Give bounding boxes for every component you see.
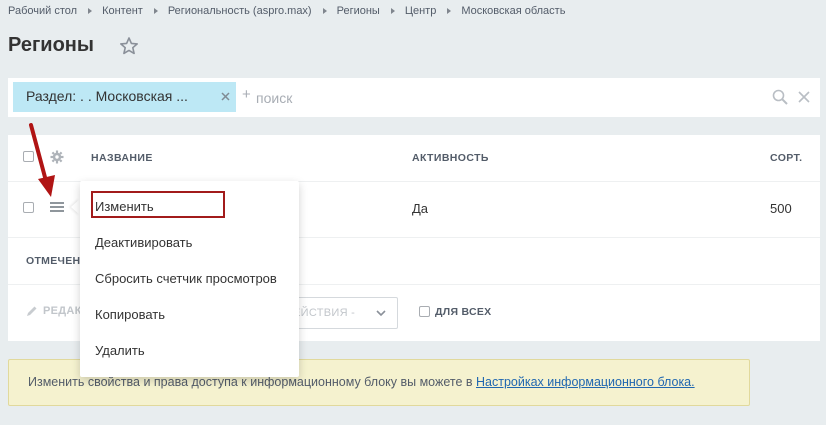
breadcrumb-separator-icon xyxy=(322,8,327,14)
breadcrumb-item[interactable]: Центр xyxy=(405,5,437,17)
for-all-checkbox[interactable] xyxy=(419,306,430,317)
page-title: Регионы xyxy=(8,34,94,56)
close-icon[interactable] xyxy=(798,91,810,103)
column-header-sort[interactable]: СОРТ. xyxy=(770,152,803,164)
cell-activity: Да xyxy=(412,201,429,216)
menu-item-reset-counter[interactable]: Сбросить счетчик просмотров xyxy=(95,271,277,286)
breadcrumb-item[interactable]: Московская область xyxy=(461,5,565,17)
menu-icon[interactable] xyxy=(50,202,64,212)
filter-bar: Раздел: . . Московская ... + xyxy=(8,78,820,117)
menu-item-delete[interactable]: Удалить xyxy=(95,343,145,358)
menu-item-copy[interactable]: Копировать xyxy=(95,307,165,322)
edit-button-label: РЕДАК xyxy=(43,305,82,317)
breadcrumb-separator-icon xyxy=(153,8,158,14)
filter-chip-label: Раздел: . . Московская ... xyxy=(26,88,188,104)
menu-pointer xyxy=(71,199,80,215)
filter-chip[interactable]: Раздел: . . Московская ... xyxy=(13,82,236,112)
breadcrumb: Рабочий стол Контент Региональность (asp… xyxy=(8,5,565,17)
breadcrumb-item[interactable]: Регионы xyxy=(337,5,380,17)
breadcrumb-separator-icon xyxy=(447,8,452,14)
column-header-activity[interactable]: АКТИВНОСТЬ xyxy=(412,152,489,164)
actions-select-label: ЕЙСТВИЯ - xyxy=(293,307,356,319)
star-icon[interactable] xyxy=(119,36,139,56)
menu-item-edit[interactable]: Изменить xyxy=(95,199,154,214)
search-icon[interactable] xyxy=(772,89,788,105)
cell-sort: 500 xyxy=(770,201,792,216)
context-menu: Изменить Деактивировать Сбросить счетчик… xyxy=(80,181,299,377)
column-header-name[interactable]: НАЗВАНИЕ xyxy=(91,152,153,164)
info-text: Изменить свойства и права доступа к инфо… xyxy=(28,375,695,389)
pencil-icon xyxy=(27,306,37,316)
row-checkbox[interactable] xyxy=(23,202,34,213)
breadcrumb-item[interactable]: Контент xyxy=(102,5,143,17)
edit-button[interactable]: РЕДАК xyxy=(26,305,82,317)
breadcrumb-separator-icon xyxy=(390,8,395,14)
arrow-annotation-icon xyxy=(29,123,55,197)
menu-item-deactivate[interactable]: Деактивировать xyxy=(95,235,192,250)
settings-link[interactable]: Настройках информационного блока. xyxy=(476,375,695,389)
breadcrumb-item[interactable]: Рабочий стол xyxy=(8,5,77,17)
breadcrumb-separator-icon xyxy=(88,8,93,14)
search-input[interactable] xyxy=(256,87,736,109)
selected-count-label: ОТМЕЧЕН xyxy=(26,255,81,267)
breadcrumb-item[interactable]: Региональность (aspro.max) xyxy=(168,5,312,17)
info-message: Изменить свойства и права доступа к инфо… xyxy=(28,375,477,389)
chevron-down-icon xyxy=(376,310,386,317)
for-all-label: ДЛЯ ВСЕХ xyxy=(435,306,492,318)
plus-icon: + xyxy=(242,86,251,103)
grid-header: НАЗВАНИЕ АКТИВНОСТЬ СОРТ. xyxy=(8,135,820,182)
chip-close-icon[interactable] xyxy=(220,91,231,102)
